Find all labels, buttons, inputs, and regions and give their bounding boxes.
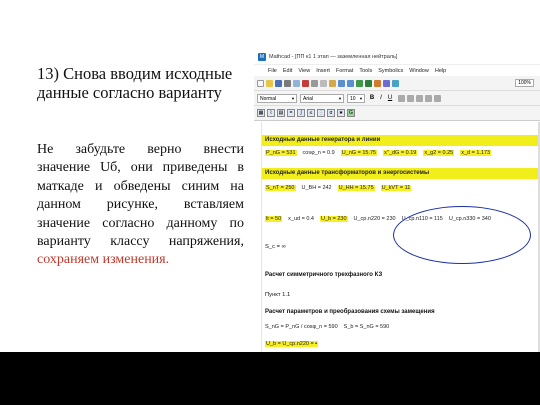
numbering-icon[interactable] xyxy=(434,94,441,102)
transformer-params-row: S_nT = 250 U_BH = 242 U_HH = 15.75 U_kVT… xyxy=(265,185,536,191)
blue-highlight-ellipse xyxy=(393,206,531,264)
evaluation-icon[interactable]: = xyxy=(287,109,295,117)
menu-help[interactable]: Help xyxy=(435,68,446,74)
menu-bar: File Edit View Insert Format Tools Symbo… xyxy=(254,65,540,76)
style-select[interactable]: Normal ▼ xyxy=(257,93,297,103)
underline-button[interactable]: U xyxy=(386,94,394,102)
open-folder-icon[interactable] xyxy=(266,79,273,87)
insert-component-icon[interactable] xyxy=(392,79,399,87)
menu-file[interactable]: File xyxy=(268,68,277,74)
menu-symbolics[interactable]: Symbolics xyxy=(378,68,403,74)
mathcad-titlebar: M Mathcad - [ПП к1 1 этап — заземленная … xyxy=(254,50,540,65)
bullets-icon[interactable] xyxy=(425,94,432,102)
param-lt[interactable]: lt = 50 xyxy=(265,216,283,222)
boolean-icon[interactable]: ≤ xyxy=(307,109,315,117)
align-center-icon[interactable] xyxy=(407,94,414,102)
calculator-icon[interactable]: ▦ xyxy=(257,109,265,117)
menu-edit[interactable]: Edit xyxy=(283,68,292,74)
paste-icon[interactable] xyxy=(329,79,336,87)
mathcad-app-icon: M xyxy=(258,53,266,61)
param-cosphi[interactable]: cosφ_n = 0.9 xyxy=(303,150,335,156)
undo-icon[interactable] xyxy=(338,79,345,87)
graph-icon[interactable]: ⌇ xyxy=(267,109,275,117)
section-generator-line: Исходные данные генератора и линии xyxy=(262,135,538,146)
param-uhh[interactable]: U_HH = 15.75 xyxy=(337,185,375,191)
italic-button[interactable]: I xyxy=(377,94,385,102)
style-select-value: Normal xyxy=(260,95,277,102)
chevron-down-icon: ▼ xyxy=(291,95,295,101)
formula-sng[interactable]: S_nG = P_nG / cosφ_n = 590 xyxy=(265,324,338,330)
menu-tools[interactable]: Tools xyxy=(359,68,372,74)
param-snT[interactable]: S_nT = 250 xyxy=(265,185,296,191)
formatting-toolbar: Normal ▼ Arial ▼ 10 ▼ B I U xyxy=(254,91,540,106)
menu-format[interactable]: Format xyxy=(336,68,353,74)
go-icon[interactable]: G xyxy=(347,109,355,117)
formula-ub[interactable]: U_b = U_cp.n220 = ▪ xyxy=(265,341,319,347)
param-sc[interactable]: S_c = ∞ xyxy=(265,244,286,250)
menu-view[interactable]: View xyxy=(298,68,310,74)
chevron-down-icon: ▼ xyxy=(338,95,342,101)
param-xg2[interactable]: x_g2 = 0.25 xyxy=(423,150,455,156)
param-xud[interactable]: x_ud = 0.4 xyxy=(288,216,314,222)
point-label: Пункт 1.1 xyxy=(265,292,291,298)
redo-icon[interactable] xyxy=(347,79,354,87)
math-toolbar: ▦ ⌇ ▤ = ∫ ≤ ⋮ α ★ G xyxy=(254,106,540,121)
cut-icon[interactable] xyxy=(311,79,318,87)
font-select-value: Arial xyxy=(303,95,314,102)
worksheet[interactable]: Исходные данные генератора и линии P_nG … xyxy=(254,122,540,352)
window-title: Mathcad - [ПП к1 1 этап — заземленная не… xyxy=(269,54,398,60)
size-select[interactable]: 10 ▼ xyxy=(347,93,365,103)
new-document-icon[interactable] xyxy=(257,79,264,87)
programming-icon[interactable]: ⋮ xyxy=(317,109,325,117)
standard-toolbar: 100% xyxy=(254,76,540,91)
slide-instructions: Не забудьте верно внести значение Uб, он… xyxy=(37,141,244,270)
bold-button[interactable]: B xyxy=(368,94,376,102)
calc-heading: Расчет симметричного трехфазного КЗ xyxy=(265,272,383,278)
param-ub[interactable]: U_b = 230 xyxy=(319,216,348,222)
print-preview-icon[interactable] xyxy=(293,79,300,87)
param-pnG[interactable]: P_nG = 531 xyxy=(265,150,297,156)
param-unG[interactable]: U_nG = 15.75 xyxy=(340,150,378,156)
slide-heading: 13) Снова вводим исходные данные согласн… xyxy=(37,64,233,102)
insert-unit-icon[interactable] xyxy=(374,79,381,87)
symbolic-icon[interactable]: ★ xyxy=(337,109,345,117)
section-transformers: Исходные данные трансформаторов и энерго… xyxy=(262,168,538,179)
bottom-black-band xyxy=(0,352,540,405)
calculus-icon[interactable]: ∫ xyxy=(297,109,305,117)
param-ucp220[interactable]: U_cp.n220 = 230 xyxy=(354,216,396,222)
spell-check-icon[interactable] xyxy=(302,79,309,87)
align-right-icon[interactable] xyxy=(416,94,423,102)
greek-icon[interactable]: α xyxy=(327,109,335,117)
param-xd[interactable]: x_d = 1.173 xyxy=(460,150,492,156)
menu-window[interactable]: Window xyxy=(409,68,429,74)
insert-function-icon[interactable] xyxy=(365,79,372,87)
matrix-icon[interactable]: ▤ xyxy=(277,109,285,117)
align-left-icon[interactable] xyxy=(398,94,405,102)
align-icon[interactable] xyxy=(356,79,363,87)
worksheet-margin xyxy=(254,122,262,352)
font-select[interactable]: Arial ▼ xyxy=(300,93,344,103)
param-xdG[interactable]: x''_dG = 0.19 xyxy=(383,150,418,156)
calc2-heading: Расчет параметров и преобразования схемы… xyxy=(265,309,435,315)
param-ukvt[interactable]: U_kVT = 11 xyxy=(380,185,412,191)
instructions-red-text: сохраняем изменения. xyxy=(37,252,170,268)
mathcad-screenshot: M Mathcad - [ПП к1 1 этап — заземленная … xyxy=(254,50,540,352)
slide-area: 13) Снова вводим исходные данные согласн… xyxy=(0,0,540,352)
calculate-icon[interactable] xyxy=(383,79,390,87)
menu-insert[interactable]: Insert xyxy=(316,68,330,74)
chevron-down-icon: ▼ xyxy=(359,95,363,101)
copy-icon[interactable] xyxy=(320,79,327,87)
param-ubh[interactable]: U_BH = 242 xyxy=(302,185,332,191)
calc-row-1: S_nG = P_nG / cosφ_n = 590 S_b = S_nG = … xyxy=(265,324,536,330)
zoom-select[interactable]: 100% xyxy=(515,79,534,87)
save-icon[interactable] xyxy=(275,79,282,87)
print-icon[interactable] xyxy=(284,79,291,87)
formula-sb[interactable]: S_b = S_nG = 590 xyxy=(344,324,390,330)
size-select-value: 10 xyxy=(350,95,356,102)
calc-row-2: U_b = U_cp.n220 = ▪ xyxy=(265,341,536,347)
instructions-text: Не забудьте верно внести значение Uб, он… xyxy=(37,142,244,250)
generator-params-row: P_nG = 531 cosφ_n = 0.9 U_nG = 15.75 x''… xyxy=(265,150,536,156)
